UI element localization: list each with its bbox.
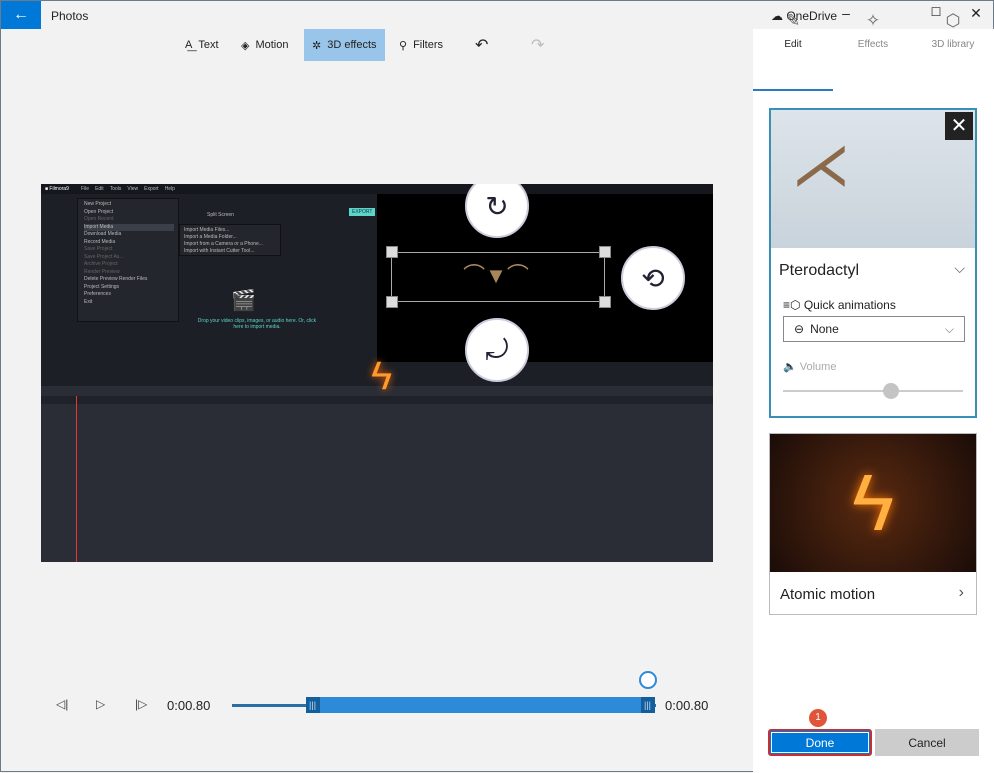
tab-edit-label: Edit: [784, 39, 802, 50]
3d-cube-icon: ⬡: [945, 11, 961, 30]
volume-slider-thumb[interactable]: [883, 383, 899, 399]
menu-tools: Tools: [109, 186, 122, 192]
3d-effects-icon: ✲: [312, 39, 322, 52]
back-button[interactable]: ←: [1, 1, 41, 29]
filters-label: Filters: [413, 39, 444, 51]
trim-start-handle[interactable]: |||: [305, 697, 320, 713]
tab-effects[interactable]: ✧ Effects: [833, 11, 913, 50]
chevron-down-icon[interactable]: ⌵: [954, 260, 965, 277]
atomic-motion-effect: ϟ: [371, 354, 393, 398]
menu-edit: Edit: [95, 186, 104, 192]
video-preview[interactable]: ■ Filmora9 File Edit Tools View Export Help N…: [41, 184, 713, 562]
cancel-button[interactable]: Cancel: [875, 729, 979, 756]
speaker-icon: 🔈: [783, 361, 800, 373]
rotate-x-handle-icon[interactable]: ⟲: [621, 246, 685, 310]
tab-3d-library-label: 3D library: [931, 39, 975, 50]
menu-export: Export: [144, 186, 159, 192]
3d-effects-button[interactable]: ✲ 3D effects: [304, 29, 385, 61]
play-button[interactable]: ▷: [96, 697, 105, 711]
menu-view: View: [127, 186, 139, 192]
filters-button[interactable]: ⚲ Filters: [391, 29, 451, 61]
model-name: Pterodactyl: [779, 262, 860, 279]
file-menu: New Project Open Project Open Recent Import…: [77, 198, 179, 322]
volume-slider[interactable]: [783, 390, 963, 392]
playhead-handle[interactable]: [638, 671, 657, 689]
app-title: Photos: [51, 9, 89, 23]
none-icon: ⊖: [794, 322, 805, 336]
motion-label: Motion: [255, 39, 289, 51]
redo-button[interactable]: ↷: [523, 29, 552, 61]
3d-effects-label: 3D effects: [327, 39, 377, 51]
drop-hint: Drop your video clips, images, or audio …: [197, 318, 317, 330]
tab-effects-label: Effects: [857, 39, 889, 50]
quick-animations-label: ≡⬡ Quick animations: [783, 298, 896, 312]
motion-icon: ◈: [241, 39, 250, 52]
volume-label: 🔈 Volume: [783, 361, 837, 373]
animation-icon: ≡⬡: [783, 298, 804, 312]
text-icon: A͟: [185, 39, 193, 51]
effect-name: Atomic motion: [780, 586, 876, 603]
animation-value: None: [810, 322, 839, 336]
import-submenu: Import Media Files... Import a Media Fold…: [179, 224, 281, 256]
chevron-down-icon: ⌵: [944, 321, 954, 336]
effect-card[interactable]: ϟ Atomic motion ›: [769, 433, 977, 615]
start-time: 0:00.80: [167, 698, 211, 713]
menu-help: Help: [164, 186, 175, 192]
tab-3d-library[interactable]: ⬡ 3D library: [913, 11, 993, 50]
trim-end-handle[interactable]: |||: [640, 697, 655, 713]
chevron-right-icon: ›: [958, 584, 964, 601]
pterodactyl-thumbnail: ⋌ ✕: [771, 110, 975, 248]
animation-dropdown[interactable]: ⊖ None ⌵: [783, 316, 965, 342]
tab-edit[interactable]: ✎ Edit: [753, 11, 833, 50]
model-card: ⋌ ✕ Pterodactyl ⌵ ≡⬡ Quick animations ⊖ N…: [769, 108, 977, 418]
atomic-motion-thumbnail: ϟ: [770, 434, 976, 572]
rotate-y-handle-icon[interactable]: ⤾: [465, 318, 529, 382]
motion-button[interactable]: ◈ Motion: [233, 29, 297, 61]
pterodactyl-model[interactable]: ⌒▼⌒: [421, 264, 571, 288]
previous-frame-button[interactable]: ◁|: [56, 697, 68, 711]
text-label: Text: [198, 39, 219, 51]
clapperboard-icon: 🎬: [231, 290, 256, 312]
export-button: EXPORT: [349, 208, 376, 216]
end-time: 0:00.80: [665, 698, 709, 713]
redo-icon: ↷: [531, 37, 545, 54]
filters-icon: ⚲: [399, 39, 408, 52]
pencil-icon: ✎: [785, 11, 801, 30]
undo-icon: ↶: [475, 37, 489, 54]
menu-file: File: [81, 186, 90, 192]
next-frame-button[interactable]: |▷: [135, 697, 147, 711]
undo-button[interactable]: ↶: [467, 29, 496, 61]
sparkle-icon: ✧: [865, 11, 881, 30]
trim-range[interactable]: [312, 697, 648, 713]
text-button[interactable]: A͟ Text: [177, 29, 227, 61]
step-badge: 1: [809, 709, 827, 727]
done-button[interactable]: Done: [768, 729, 872, 756]
delete-model-button[interactable]: ✕: [945, 112, 973, 140]
split-screen-label: Split Screen: [207, 212, 234, 218]
